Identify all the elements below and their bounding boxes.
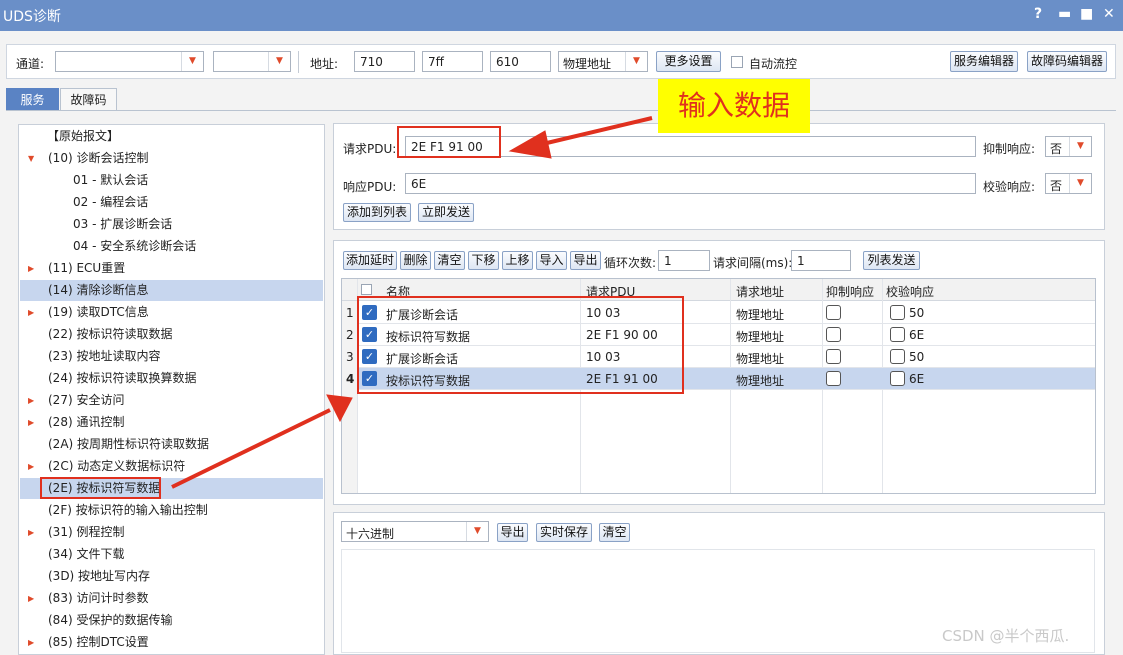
arrow-to-table-line bbox=[171, 408, 331, 489]
arrow-to-table-head bbox=[326, 394, 353, 423]
arrow-to-request-head bbox=[508, 130, 552, 159]
annotation-arrows bbox=[171, 116, 653, 489]
watermark: CSDN @半个西瓜. bbox=[942, 627, 1070, 645]
arrow-to-request-line bbox=[529, 116, 653, 149]
